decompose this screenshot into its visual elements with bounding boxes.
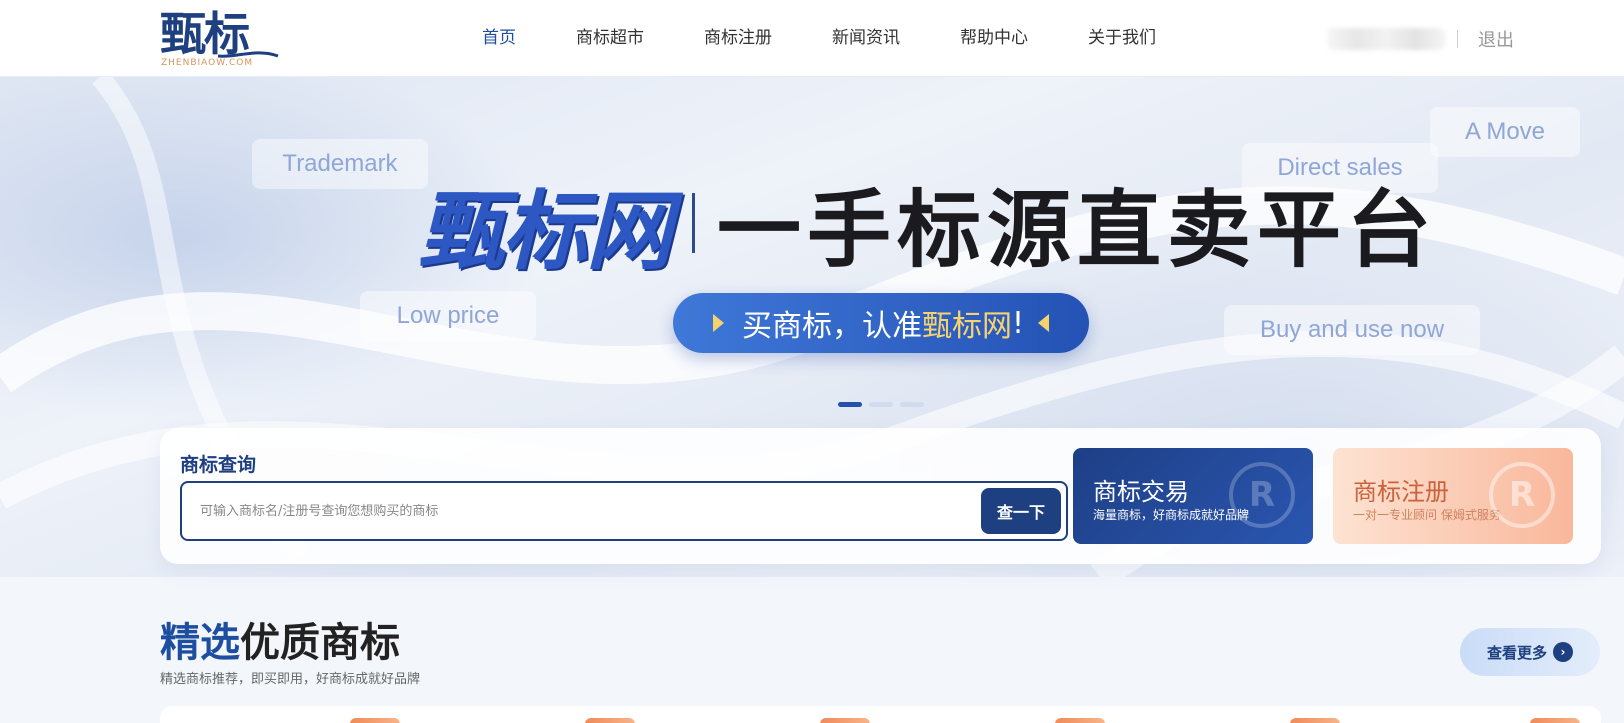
list-item-tag — [585, 718, 635, 723]
carousel-dots — [838, 402, 931, 407]
site-logo[interactable]: 甄标 ZHENBIAOW.COM — [160, 6, 280, 70]
nav-trademark-register[interactable]: 商标注册 — [704, 0, 772, 77]
card-reg-title: 商标注册 — [1353, 478, 1449, 506]
headline-divider — [692, 193, 695, 253]
card-reg-subtitle: 一对一专业顾问 保姆式服务 — [1353, 508, 1501, 522]
pill-highlight: 甄标网 — [921, 309, 1012, 344]
tag-trademark: Trademark — [252, 139, 428, 189]
nav-about[interactable]: 关于我们 — [1088, 0, 1156, 77]
user-divider — [1457, 30, 1458, 48]
logo-swoosh-icon — [217, 51, 279, 58]
search-title: 商标查询 — [180, 454, 257, 476]
banner-brand: 甄标网 — [418, 181, 672, 282]
logout-link[interactable]: 退出 — [1478, 26, 1514, 52]
nav-help[interactable]: 帮助中心 — [960, 0, 1028, 77]
search-panel: 商标查询 查一下 商标交易 海量商标，好商标成就好品牌 R 商标注册 一对一专业… — [160, 428, 1601, 564]
tag-a-move: A Move — [1430, 107, 1580, 157]
carousel-dot-2[interactable] — [869, 402, 893, 407]
logo-subtext: ZHENBIAOW.COM — [161, 58, 254, 68]
section-title-main: 优质商标 — [240, 620, 400, 666]
carousel-dot-3[interactable] — [900, 402, 924, 407]
nav-home[interactable]: 首页 — [482, 0, 516, 77]
search-input[interactable] — [200, 497, 940, 525]
banner-headline: 甄标网 一手标源直卖平台 — [418, 173, 1437, 282]
banner-pill: 买商标，认准 甄标网 ! — [673, 293, 1089, 353]
list-item-tag — [820, 718, 870, 723]
section-title-accent: 精选 — [160, 620, 240, 666]
section-title: 精选优质商标 — [160, 620, 400, 666]
card-trade-title: 商标交易 — [1093, 478, 1189, 506]
trademark-list-top — [160, 706, 1601, 723]
top-header: 甄标 ZHENBIAOW.COM 首页 商标超市 商标注册 新闻资讯 帮助中心 … — [0, 0, 1624, 77]
tag-low-price: Low price — [360, 291, 536, 341]
chevron-right-icon: › — [1553, 642, 1573, 662]
list-item-tag — [1055, 718, 1105, 723]
search-box: 查一下 — [180, 481, 1068, 541]
nav-news[interactable]: 新闻资讯 — [832, 0, 900, 77]
card-trade-subtitle: 海量商标，好商标成就好品牌 — [1093, 508, 1250, 522]
registered-mark-icon: R — [1489, 462, 1555, 528]
view-more-button[interactable]: 查看更多 › — [1460, 628, 1600, 676]
pill-suffix: ! — [1011, 305, 1025, 341]
banner-slogan: 一手标源直卖平台 — [717, 180, 1438, 279]
list-item-tag — [1530, 718, 1580, 723]
tag-buy-and-use: Buy and use now — [1224, 305, 1480, 355]
list-item-tag — [350, 718, 400, 723]
list-item-tag — [1290, 718, 1340, 723]
section-subtitle: 精选商标推荐，即买即用，好商标成就好品牌 — [160, 672, 421, 687]
user-area: 退出 — [1327, 26, 1514, 52]
search-button[interactable]: 查一下 — [981, 488, 1061, 534]
carousel-dot-1[interactable] — [838, 402, 862, 407]
registered-mark-icon: R — [1229, 462, 1295, 528]
triangle-right-icon — [712, 314, 724, 332]
main-nav: 首页 商标超市 商标注册 新闻资讯 帮助中心 关于我们 — [482, 0, 1216, 77]
card-trademark-trade[interactable]: 商标交易 海量商标，好商标成就好品牌 R — [1073, 448, 1313, 544]
triangle-left-icon — [1038, 314, 1050, 332]
nav-trademark-market[interactable]: 商标超市 — [576, 0, 644, 77]
view-more-label: 查看更多 — [1486, 643, 1547, 662]
pill-prefix: 买商标，认准 — [741, 309, 922, 344]
user-name-redacted[interactable] — [1327, 28, 1445, 50]
card-trademark-register[interactable]: 商标注册 一对一专业顾问 保姆式服务 R — [1333, 448, 1573, 544]
